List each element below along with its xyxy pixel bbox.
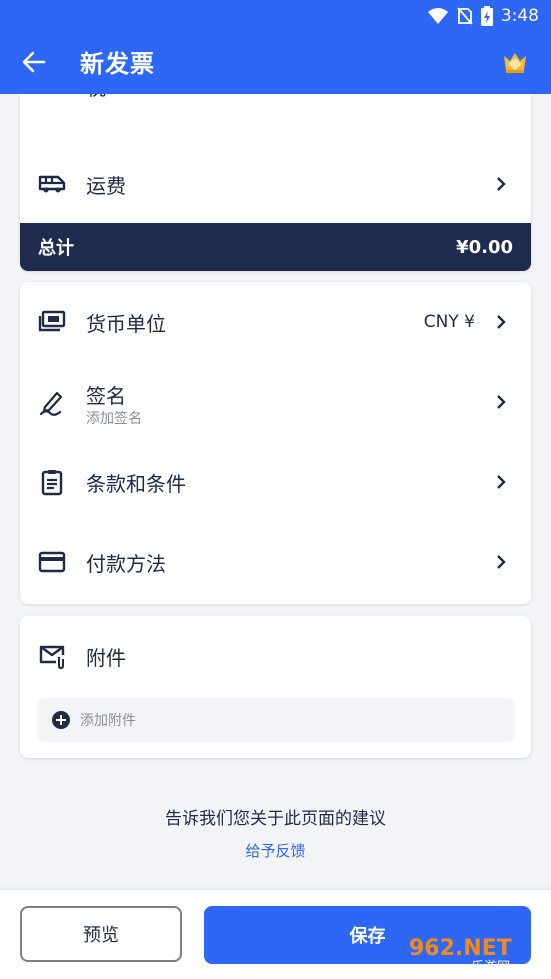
feedback-question: 告诉我们您关于此页面的建议: [165, 809, 386, 829]
crown-icon[interactable]: [501, 48, 529, 76]
total-value: ¥0.00: [456, 236, 513, 258]
battery-icon: [480, 6, 493, 26]
signature-row[interactable]: 签名 添加签名: [20, 362, 531, 442]
signature-pen-icon: [39, 391, 63, 416]
page-title: 新发票: [80, 50, 155, 78]
payment-method-row[interactable]: 付款方法: [20, 522, 531, 602]
watermark-logo: 962.NET 乐游网: [409, 936, 512, 973]
add-attachment-label: 添加附件: [80, 713, 136, 729]
status-bar: 3:48: [427, 6, 539, 26]
mail-attachment-icon: [39, 645, 65, 670]
chevron-right-icon: [497, 395, 506, 409]
currency-row[interactable]: 货币单位 CNY ¥: [20, 282, 531, 362]
currency-value: CNY ¥: [423, 312, 475, 332]
currency-label: 货币单位: [86, 311, 166, 336]
add-circle-icon: [52, 711, 70, 729]
payment-method-label: 付款方法: [86, 551, 166, 576]
bank-icon: [38, 94, 66, 98]
save-button-label: 保存: [349, 926, 386, 947]
signature-label: 签名: [86, 384, 126, 408]
total-bar: 总计 ¥0.00: [20, 223, 531, 271]
app-header: 3:48 新发票: [0, 0, 551, 94]
tax-row[interactable]: 税: [20, 94, 531, 112]
attachments-header: 附件: [20, 616, 531, 696]
attachments-card: 附件 添加附件: [20, 616, 531, 758]
wifi-icon: [427, 8, 448, 24]
app-bar: 新发票: [0, 30, 551, 94]
bus-icon: [38, 175, 66, 193]
attachments-label: 附件: [86, 645, 126, 670]
chevron-right-icon: [497, 475, 506, 489]
preview-button[interactable]: 预览: [20, 906, 182, 962]
terms-label: 条款和条件: [86, 471, 186, 496]
shipping-row[interactable]: 运费: [20, 144, 531, 224]
chevron-right-icon: [497, 315, 506, 329]
watermark-sub: 乐游网: [471, 960, 510, 973]
signature-sub: 添加签名: [86, 411, 142, 427]
tax-label: 税: [86, 94, 106, 101]
money-icon: [38, 310, 66, 332]
bottom-action-bar: 预览 保存 962.NET 乐游网: [0, 890, 551, 979]
chevron-right-icon: [497, 177, 506, 191]
chevron-right-icon: [497, 555, 506, 569]
terms-row[interactable]: 条款和条件: [20, 442, 531, 522]
credit-card-icon: [38, 551, 66, 573]
no-sim-icon: [457, 7, 473, 25]
invoice-settings-card: 货币单位 CNY ¥ 签名 添加签名 条款和条件 付款方法: [20, 282, 531, 604]
status-time: 3:48: [500, 6, 539, 26]
total-label: 总计: [38, 238, 74, 259]
add-attachment-button[interactable]: 添加附件: [38, 698, 514, 742]
watermark-text: 962.NET: [409, 936, 512, 961]
clipboard-icon: [41, 470, 63, 496]
shipping-label: 运费: [86, 173, 126, 198]
feedback-link[interactable]: 给予反馈: [0, 840, 551, 861]
charges-card: 税 运费 总计 ¥0.00: [20, 94, 531, 271]
back-arrow-icon[interactable]: [20, 48, 48, 76]
